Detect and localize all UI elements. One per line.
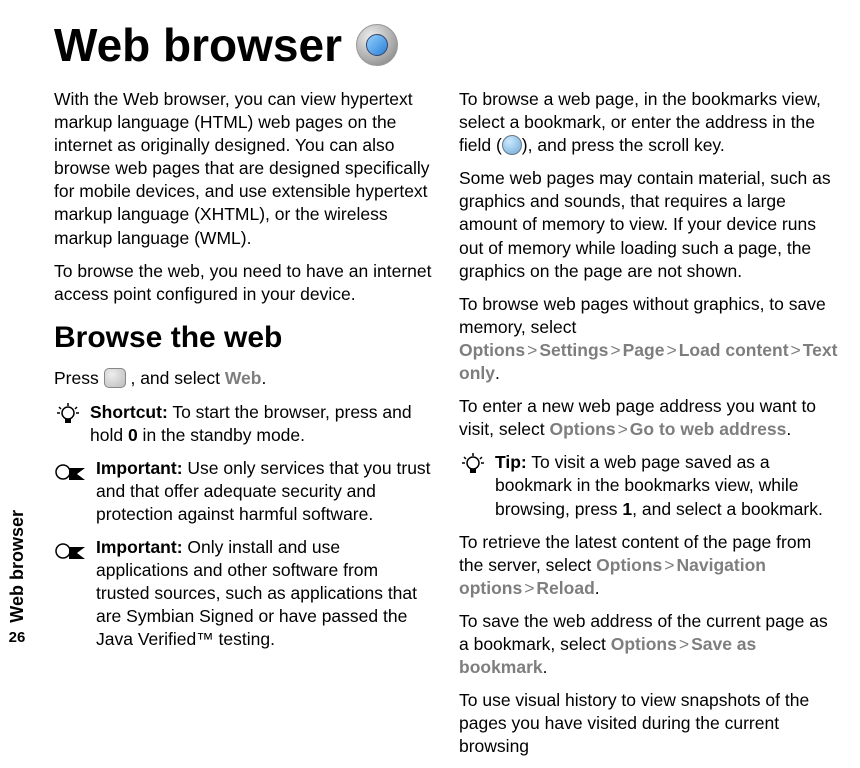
globe-icon	[502, 135, 522, 155]
lightbulb-icon	[459, 452, 487, 480]
two-column-body: With the Web browser, you can view hyper…	[54, 88, 840, 768]
browser-globe-icon	[356, 24, 398, 66]
page-title: Web browser	[54, 18, 840, 72]
shortcut-block: Shortcut: To start the browser, press an…	[54, 401, 435, 447]
press-instruction: Press , and select Web.	[54, 367, 435, 390]
memory-warning: Some web pages may contain material, suc…	[459, 167, 840, 282]
menu-key-icon	[104, 368, 126, 388]
important-1-text: Important: Use only services that you tr…	[96, 457, 435, 526]
browse-web-heading: Browse the web	[54, 318, 435, 358]
browse-page-instruction: To browse a web page, in the bookmarks v…	[459, 88, 840, 157]
important-block-2: Important: Only install and use applicat…	[54, 536, 435, 651]
goto-address-instruction: To enter a new web page address you want…	[459, 395, 840, 441]
left-column: With the Web browser, you can view hyper…	[54, 88, 435, 768]
visual-history-sentence: To use visual history to view snapshots …	[459, 689, 840, 758]
intro-paragraph-1: With the Web browser, you can view hyper…	[54, 88, 435, 250]
tip-text: Tip: To visit a web page saved as a book…	[495, 451, 840, 520]
intro-paragraph-2: To browse the web, you need to have an i…	[54, 260, 435, 306]
right-column: To browse a web page, in the bookmarks v…	[459, 88, 840, 768]
page-content: Web browser With the Web browser, you ca…	[34, 0, 860, 650]
web-label: Web	[225, 368, 262, 388]
tip-block: Tip: To visit a web page saved as a book…	[459, 451, 840, 520]
important-flag-icon	[54, 537, 88, 565]
text-only-instruction: To browse web pages without graphics, to…	[459, 293, 840, 385]
important-block-1: Important: Use only services that you tr…	[54, 457, 435, 526]
page-number: 26	[9, 629, 26, 646]
side-rail: Web browser 26	[0, 0, 34, 650]
side-section-label: Web browser	[7, 510, 28, 623]
lightbulb-icon	[54, 402, 82, 430]
important-flag-icon	[54, 458, 88, 486]
save-bookmark-instruction: To save the web address of the current p…	[459, 610, 840, 679]
important-2-text: Important: Only install and use applicat…	[96, 536, 435, 651]
reload-instruction: To retrieve the latest content of the pa…	[459, 531, 840, 600]
shortcut-text: Shortcut: To start the browser, press an…	[90, 401, 435, 447]
title-text: Web browser	[54, 18, 342, 72]
